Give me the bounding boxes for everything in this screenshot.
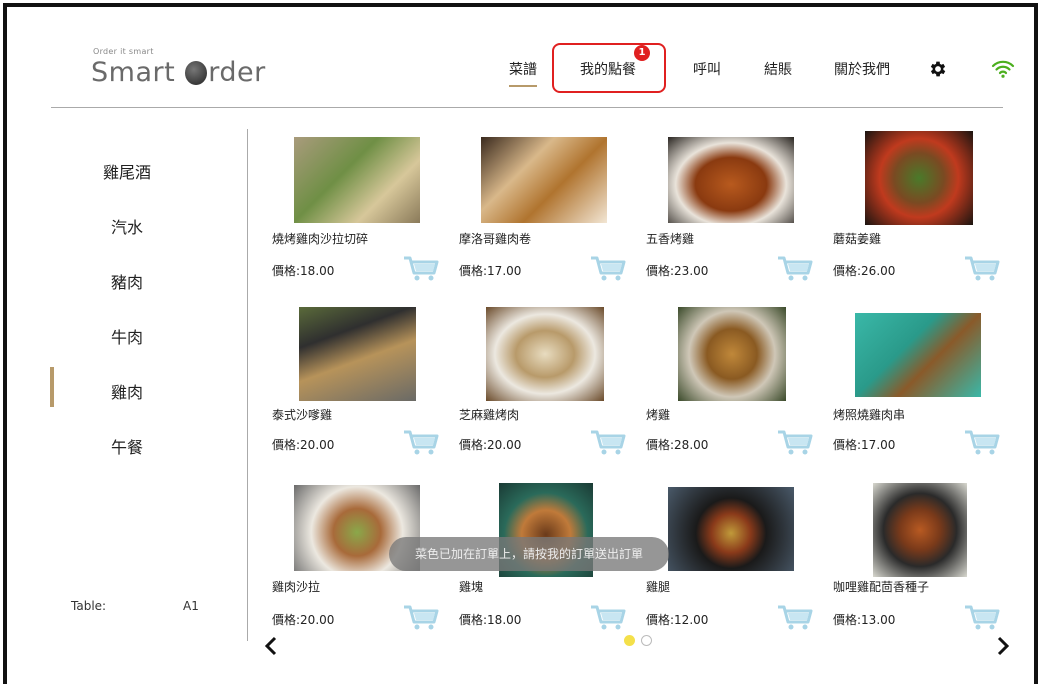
sidebar-item-beef[interactable]: 牛肉 xyxy=(7,324,247,348)
menu-item-card[interactable]: 咖哩雞配茴香種子 價格:13.00 xyxy=(833,483,1003,653)
menu-item-card[interactable]: 摩洛哥雞肉卷 價格:17.00 xyxy=(459,137,629,307)
food-image[interactable] xyxy=(486,307,604,401)
sidebar-item-soda[interactable]: 汽水 xyxy=(7,214,247,238)
logo-tagline: Order it smart xyxy=(93,47,154,56)
table-number: A1 xyxy=(183,599,199,613)
item-price: 價格:18.00 xyxy=(459,613,522,627)
table-label: Table: xyxy=(71,599,107,613)
item-title: 五香烤雞 xyxy=(646,232,695,246)
wifi-icon xyxy=(991,60,1015,78)
item-title: 咖哩雞配茴香種子 xyxy=(833,580,930,594)
item-price: 價格:20.00 xyxy=(272,438,335,452)
food-image[interactable] xyxy=(678,307,786,401)
cart-icon[interactable] xyxy=(776,429,814,457)
cart-icon[interactable] xyxy=(963,429,1001,457)
prev-page-arrow-icon[interactable] xyxy=(263,635,279,657)
menu-item-card[interactable]: 雞腿 價格:12.00 xyxy=(646,487,816,657)
added-to-order-toast: 菜色已加在訂單上，請按我的訂單送出訂單 xyxy=(389,537,669,571)
gear-icon[interactable] xyxy=(928,59,948,79)
header-divider xyxy=(51,107,1003,108)
item-title: 烤雞 xyxy=(646,408,671,422)
sidebar-divider xyxy=(247,129,248,641)
food-image[interactable] xyxy=(668,137,794,223)
logo-o-icon xyxy=(185,61,208,85)
nav-menu[interactable]: 菜譜 xyxy=(509,59,537,87)
nav-about[interactable]: 關於我們 xyxy=(834,59,890,79)
menu-item-card[interactable]: 烤照燒雞肉串 價格:17.00 xyxy=(833,313,1003,483)
item-title: 烤照燒雞肉串 xyxy=(833,408,906,422)
sidebar-item-lunch[interactable]: 午餐 xyxy=(7,434,247,458)
food-image[interactable] xyxy=(299,307,416,401)
nav-my-order[interactable]: 我的點餐 xyxy=(580,59,636,79)
item-title: 摩洛哥雞肉卷 xyxy=(459,232,532,246)
item-title: 芝麻雞烤肉 xyxy=(459,408,520,422)
item-price: 價格:12.00 xyxy=(646,613,709,627)
item-price: 價格:18.00 xyxy=(272,264,335,278)
cart-icon[interactable] xyxy=(589,429,627,457)
sidebar-item-chicken[interactable]: 雞肉 xyxy=(7,379,247,403)
item-price: 價格:17.00 xyxy=(833,438,896,452)
cart-icon[interactable] xyxy=(776,255,814,283)
nav-checkout[interactable]: 結賬 xyxy=(764,59,792,79)
cart-icon[interactable] xyxy=(963,604,1001,632)
item-title: 燒烤雞肉沙拉切碎 xyxy=(272,232,369,246)
page-dot-active[interactable] xyxy=(624,635,635,646)
cart-icon[interactable] xyxy=(402,429,440,457)
menu-item-card[interactable]: 芝麻雞烤肉 價格:20.00 xyxy=(459,307,629,477)
item-title: 雞肉沙拉 xyxy=(272,580,321,594)
cart-icon[interactable] xyxy=(402,255,440,283)
order-count-badge: 1 xyxy=(634,45,650,61)
cart-icon[interactable] xyxy=(402,604,440,632)
cart-icon[interactable] xyxy=(776,604,814,632)
cart-icon[interactable] xyxy=(589,604,627,632)
item-title: 蘑菇姜雞 xyxy=(833,232,882,246)
app-frame: Order it smart Smart rder 菜譜 我的點餐 1 呼叫 結… xyxy=(3,3,1038,684)
sidebar-item-pork[interactable]: 豬肉 xyxy=(7,269,247,293)
food-image[interactable] xyxy=(865,131,973,225)
food-image[interactable] xyxy=(481,137,607,223)
menu-item-card[interactable]: 蘑菇姜雞 價格:26.00 xyxy=(833,131,1003,301)
menu-item-card[interactable]: 烤雞 價格:28.00 xyxy=(646,307,816,477)
page-dot[interactable] xyxy=(641,635,652,646)
cart-icon[interactable] xyxy=(963,255,1001,283)
item-price: 價格:23.00 xyxy=(646,264,709,278)
next-page-arrow-icon[interactable] xyxy=(995,635,1011,657)
cart-icon[interactable] xyxy=(589,255,627,283)
item-title: 雞塊 xyxy=(459,580,484,594)
logo: Order it smart Smart rder xyxy=(91,47,271,97)
sidebar-item-cocktail[interactable]: 雞尾酒 xyxy=(7,159,247,183)
food-image[interactable] xyxy=(873,483,967,577)
food-image[interactable] xyxy=(855,313,981,397)
logo-name: Smart rder xyxy=(91,57,266,88)
menu-item-card[interactable]: 燒烤雞肉沙拉切碎 價格:18.00 xyxy=(272,137,442,307)
food-image[interactable] xyxy=(668,487,794,571)
item-title: 雞腿 xyxy=(646,580,671,594)
item-price: 價格:28.00 xyxy=(646,438,709,452)
item-price: 價格:26.00 xyxy=(833,264,896,278)
item-price: 價格:20.00 xyxy=(459,438,522,452)
nav-call[interactable]: 呼叫 xyxy=(693,59,721,79)
item-price: 價格:20.00 xyxy=(272,613,335,627)
food-image[interactable] xyxy=(294,137,420,223)
item-title: 泰式沙嗲雞 xyxy=(272,408,333,422)
menu-item-card[interactable]: 五香烤雞 價格:23.00 xyxy=(646,137,816,307)
item-price: 價格:17.00 xyxy=(459,264,522,278)
item-price: 價格:13.00 xyxy=(833,613,896,627)
menu-item-card[interactable]: 泰式沙嗲雞 價格:20.00 xyxy=(272,307,442,477)
